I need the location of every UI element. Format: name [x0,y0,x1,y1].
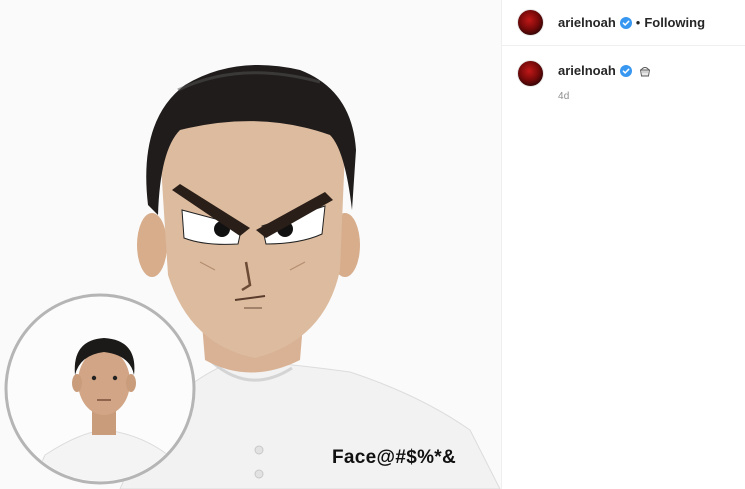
verified-badge-icon [619,16,632,29]
caption-line: arielnoah [558,63,652,78]
overlay-caption-text: Face@#$%*& [332,447,456,468]
separator-dot: • [635,15,641,30]
following-button[interactable]: Following [644,15,705,30]
caption-username[interactable]: arielnoah [558,63,616,78]
avatar[interactable] [517,9,544,36]
header-username[interactable]: arielnoah [558,15,616,30]
caption-comment: arielnoah 4d [502,46,745,102]
dessert-cup-emoji-icon [639,66,650,76]
caption-body: arielnoah 4d [558,60,652,102]
post-timestamp[interactable]: 4d [558,91,652,102]
meme-illustration [0,0,501,489]
avatar[interactable] [517,60,544,87]
post-image[interactable]: Face@#$%*& [0,0,501,489]
post-header: arielnoah • Following [502,0,745,46]
verified-badge-icon [619,64,632,77]
post-side-panel: arielnoah • Following arielnoah 4d [501,0,745,489]
